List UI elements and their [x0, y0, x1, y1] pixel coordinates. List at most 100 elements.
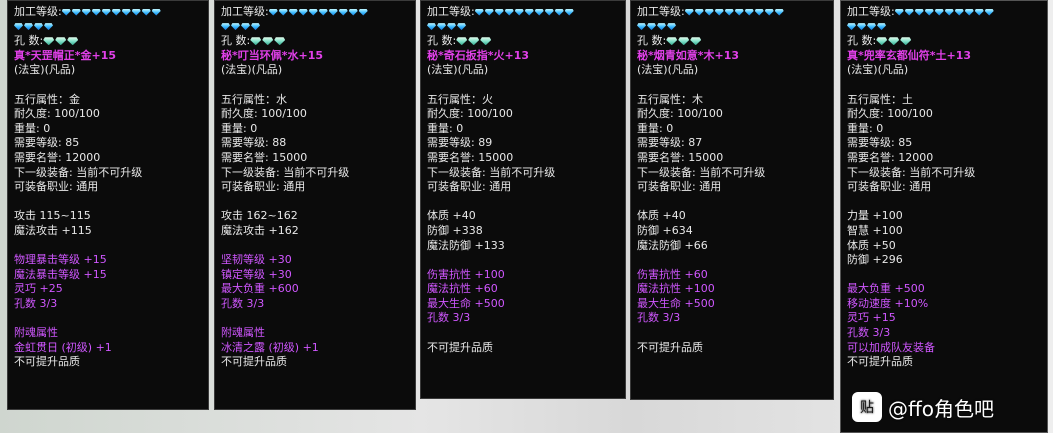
diamond-icon: [71, 8, 81, 16]
diamond-icon: [904, 8, 914, 16]
tooltip-line: [221, 195, 409, 210]
tooltip-line: 孔数 3/3: [637, 311, 827, 326]
tooltip-line: [221, 20, 409, 35]
tooltip-line: (法宝)(凡品): [14, 63, 202, 78]
watermark: 贴 @ffo角色吧: [852, 392, 994, 422]
diamond-icon: [974, 8, 984, 16]
tooltip-line: 孔 数:: [427, 34, 619, 49]
diamond-icon: [338, 8, 348, 16]
diamond-icon: [524, 8, 534, 16]
gem-row: [876, 34, 912, 48]
tooltip-line: 五行属性：土: [847, 93, 1041, 108]
tooltip-line-text: 镇定等级 +30: [221, 267, 292, 281]
tooltip-line: [847, 20, 1041, 35]
diamond-icon: [474, 8, 484, 16]
tooltip-line: 下一级装备: 当前不可升级: [637, 166, 827, 181]
tooltip-line-text: 需要等级: 88: [221, 136, 287, 150]
diamond-icon: [231, 23, 240, 31]
diamond-icon: [684, 8, 694, 16]
diamond-icon: [564, 8, 574, 16]
diamond-icon: [657, 23, 666, 31]
diamond-icon: [43, 37, 55, 46]
diamond-icon: [151, 8, 161, 16]
tooltip-line-text: 五行属性：土: [847, 92, 913, 106]
tooltip-line-text: 五行属性：火: [427, 92, 493, 106]
gem-row: [268, 5, 369, 19]
tooltip-line: 加工等级:: [427, 5, 619, 20]
tooltip-line: 耐久度: 100/100: [847, 107, 1041, 122]
diamond-icon: [637, 23, 646, 31]
tooltip-line: 体质 +40: [427, 209, 619, 224]
tooltip-line-text: 耐久度: 100/100: [427, 107, 513, 121]
tooltip-line: [637, 20, 827, 35]
diamond-icon: [437, 23, 446, 31]
tooltip-line: 最大负重 +500: [847, 282, 1041, 297]
tooltip-line-text: 重量: 0: [427, 121, 464, 135]
tooltip-line: 秘*奇石扳指*火+13: [427, 49, 619, 64]
diamond-icon: [690, 37, 702, 46]
tooltip-line: 防御 +296: [847, 253, 1041, 268]
diamond-icon: [141, 8, 151, 16]
tooltip-line: 秘*叮当环佩*水+15: [221, 49, 409, 64]
tooltip-line-text: 孔数 3/3: [427, 311, 471, 325]
tooltip-line: 体质 +40: [637, 209, 827, 224]
tooltip-line-text: 孔 数:: [637, 34, 667, 48]
tooltip-line: [427, 78, 619, 93]
diamond-icon: [308, 8, 318, 16]
tooltip-line: 孔 数:: [14, 34, 202, 49]
diamond-icon: [447, 23, 456, 31]
tooltip-line: 孔数 3/3: [221, 297, 409, 312]
tooltip-line-text: 体质 +40: [427, 209, 476, 223]
tooltip-line-text: 真*天罡帽正*金+15: [14, 48, 117, 62]
tooltip-line: 耐久度: 100/100: [427, 107, 619, 122]
tooltip-line-text: 不可提升品质: [221, 355, 287, 369]
tooltip-line: 攻击 162~162: [221, 209, 409, 224]
tooltip-line-text: 魔法攻击 +162: [221, 223, 299, 237]
tooltip-line-text: 加工等级:: [14, 5, 62, 18]
diamond-icon: [900, 37, 912, 46]
tooltip-line: [427, 20, 619, 35]
tooltip-line: 加工等级:: [14, 5, 202, 20]
tooltip-line: 需要等级: 88: [221, 136, 409, 151]
tooltip-line-text: 耐久度: 100/100: [847, 107, 933, 121]
tooltip-line-text: (法宝)(凡品): [427, 63, 489, 77]
tooltip-line-text: 攻击 162~162: [221, 209, 298, 223]
gem-row: [14, 20, 54, 34]
diamond-icon: [468, 37, 480, 46]
diamond-icon: [121, 8, 131, 16]
diamond-icon: [867, 23, 876, 31]
tooltip-line: 下一级装备: 当前不可升级: [221, 166, 409, 181]
tooltip-line-text: 移动速度 +10%: [847, 296, 929, 310]
diamond-icon: [288, 8, 298, 16]
tooltip-line: 重量: 0: [14, 122, 202, 137]
tooltip-line: 孔 数:: [847, 34, 1041, 49]
gem-row: [637, 20, 677, 34]
tooltip-line-text: 魔法防御 +133: [427, 238, 505, 252]
gem-row: [666, 34, 702, 48]
diamond-icon: [251, 23, 260, 31]
tooltip-line-text: 加工等级:: [221, 5, 269, 18]
diamond-icon: [456, 37, 468, 46]
tooltip-line: 需要等级: 89: [427, 136, 619, 151]
tooltip-line-text: 附魂属性: [221, 326, 265, 340]
tooltip-line: 可装备职业: 通用: [221, 180, 409, 195]
item-tooltip-2: 加工等级: 孔 数: 秘*叮当环佩*水+15 (法宝)(凡品) 五行属性：水 耐久度: 1…: [214, 0, 416, 410]
tooltip-line: 五行属性：金: [14, 93, 202, 108]
gem-row: [221, 20, 261, 34]
tooltip-line-text: 魔法抗性 +60: [427, 282, 498, 296]
tooltip-line: 孔数 3/3: [427, 311, 619, 326]
diamond-icon: [34, 23, 43, 31]
tooltip-line: 孔 数:: [221, 34, 409, 49]
diamond-icon: [876, 37, 888, 46]
tooltip-line: [427, 326, 619, 341]
diamond-icon: [81, 8, 91, 16]
diamond-icon: [328, 8, 338, 16]
tooltip-line: 附魂属性: [14, 326, 202, 341]
diamond-icon: [241, 23, 250, 31]
tooltip-line: 可以加成队友装备: [847, 341, 1041, 356]
diamond-icon: [857, 23, 866, 31]
tooltip-line-text: 灵巧 +15: [847, 311, 896, 325]
item-tooltip-3: 加工等级: 孔 数: 秘*奇石扳指*火+13 (法宝)(凡品) 五行属性：火 耐久度: 1…: [420, 0, 626, 399]
tooltip-line: 不可提升品质: [637, 341, 827, 356]
gem-row: [684, 5, 785, 19]
